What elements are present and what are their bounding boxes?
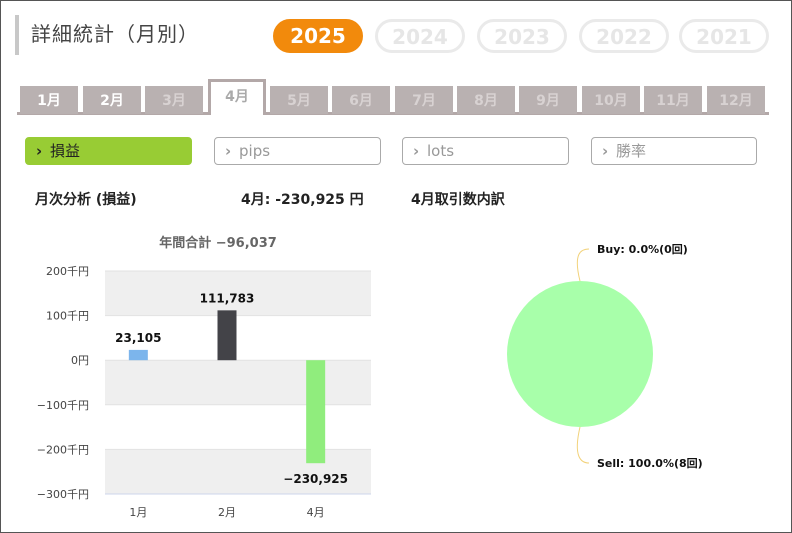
tab-month-10[interactable]: 10月 (582, 86, 640, 114)
metric-button-winrate[interactable]: › 勝率 (591, 137, 757, 165)
tab-month-12[interactable]: 12月 (707, 86, 765, 114)
year-button-2025[interactable]: 2025 (273, 19, 363, 53)
chevron-right-icon: › (602, 142, 609, 160)
chart-title: 年間合計 −96,037 (159, 235, 277, 251)
tab-month-5[interactable]: 5月 (270, 86, 328, 114)
chevron-right-icon: › (225, 142, 232, 160)
tab-month-9[interactable]: 9月 (519, 86, 577, 114)
stats-panel: 詳細統計（月別） 2025 2024 2023 2022 2021 1月 2月 … (0, 0, 792, 533)
metric-label: lots (427, 142, 455, 160)
metric-button-lots[interactable]: › lots (402, 137, 569, 165)
year-selector: 2025 2024 2023 2022 2021 (273, 19, 773, 53)
pie-label-buy: Buy: 0.0%(0回) (597, 242, 688, 256)
data-label: −230,925 (283, 472, 348, 486)
y-tick-label: −100千円 (37, 399, 89, 412)
y-tick-label: −300千円 (37, 488, 89, 501)
pie-label-sell: Sell: 100.0%(8回) (597, 456, 703, 470)
bar (217, 310, 237, 361)
year-button-2022[interactable]: 2022 (579, 19, 669, 53)
tab-month-1[interactable]: 1月 (20, 86, 78, 114)
breakdown-heading: 4月取引数内訳 (411, 192, 505, 208)
y-tick-label: −200千円 (37, 443, 89, 456)
bar (306, 360, 326, 464)
data-label: 23,105 (115, 331, 161, 345)
analysis-heading: 月次分析 (損益) (35, 192, 137, 208)
y-tick-label: 100千円 (46, 310, 89, 323)
data-label: 111,783 (200, 291, 255, 305)
tab-month-2[interactable]: 2月 (83, 86, 141, 114)
grid-band (105, 360, 371, 405)
metric-label: 損益 (50, 142, 81, 160)
metric-button-profit[interactable]: › 損益 (25, 137, 192, 165)
x-tick-label: 1月 (129, 506, 147, 519)
x-tick-label: 2月 (218, 506, 236, 519)
x-tick-label: 4月 (307, 506, 325, 519)
connector-line (576, 426, 590, 464)
year-button-2023[interactable]: 2023 (477, 19, 567, 53)
y-tick-label: 0円 (71, 354, 89, 367)
chevron-right-icon: › (36, 142, 43, 160)
month-tabs: 1月 2月 3月 4月 5月 6月 7月 8月 9月 10月 11月 12月 (17, 79, 769, 115)
tab-month-4[interactable]: 4月 (208, 79, 266, 115)
tab-month-11[interactable]: 11月 (644, 86, 702, 114)
month-profit-value: 4月: -230,925 円 (241, 192, 364, 208)
tab-month-7[interactable]: 7月 (395, 86, 453, 114)
monthly-profit-bar-chart: 年間合計 −96,037 200千円 100千円 0円 −100千円 −200千円 −300… (37, 235, 371, 519)
metric-button-pips[interactable]: › pips (214, 137, 381, 165)
bar (128, 349, 148, 361)
year-button-2021[interactable]: 2021 (679, 19, 769, 53)
trade-breakdown-pie-chart: Buy: 0.0%(0回) Sell: 100.0%(8回) (507, 242, 703, 470)
y-tick-label: 200千円 (46, 265, 89, 278)
tab-month-8[interactable]: 8月 (457, 86, 515, 114)
chevron-right-icon: › (413, 142, 420, 160)
pie-slice (507, 281, 653, 427)
page-title: 詳細統計（月別） (15, 15, 199, 55)
tab-month-3[interactable]: 3月 (145, 86, 203, 114)
year-button-2024[interactable]: 2024 (375, 19, 465, 53)
metric-label: 勝率 (616, 142, 647, 160)
tab-month-6[interactable]: 6月 (332, 86, 390, 114)
metric-label: pips (239, 142, 271, 160)
connector-line (576, 248, 590, 282)
